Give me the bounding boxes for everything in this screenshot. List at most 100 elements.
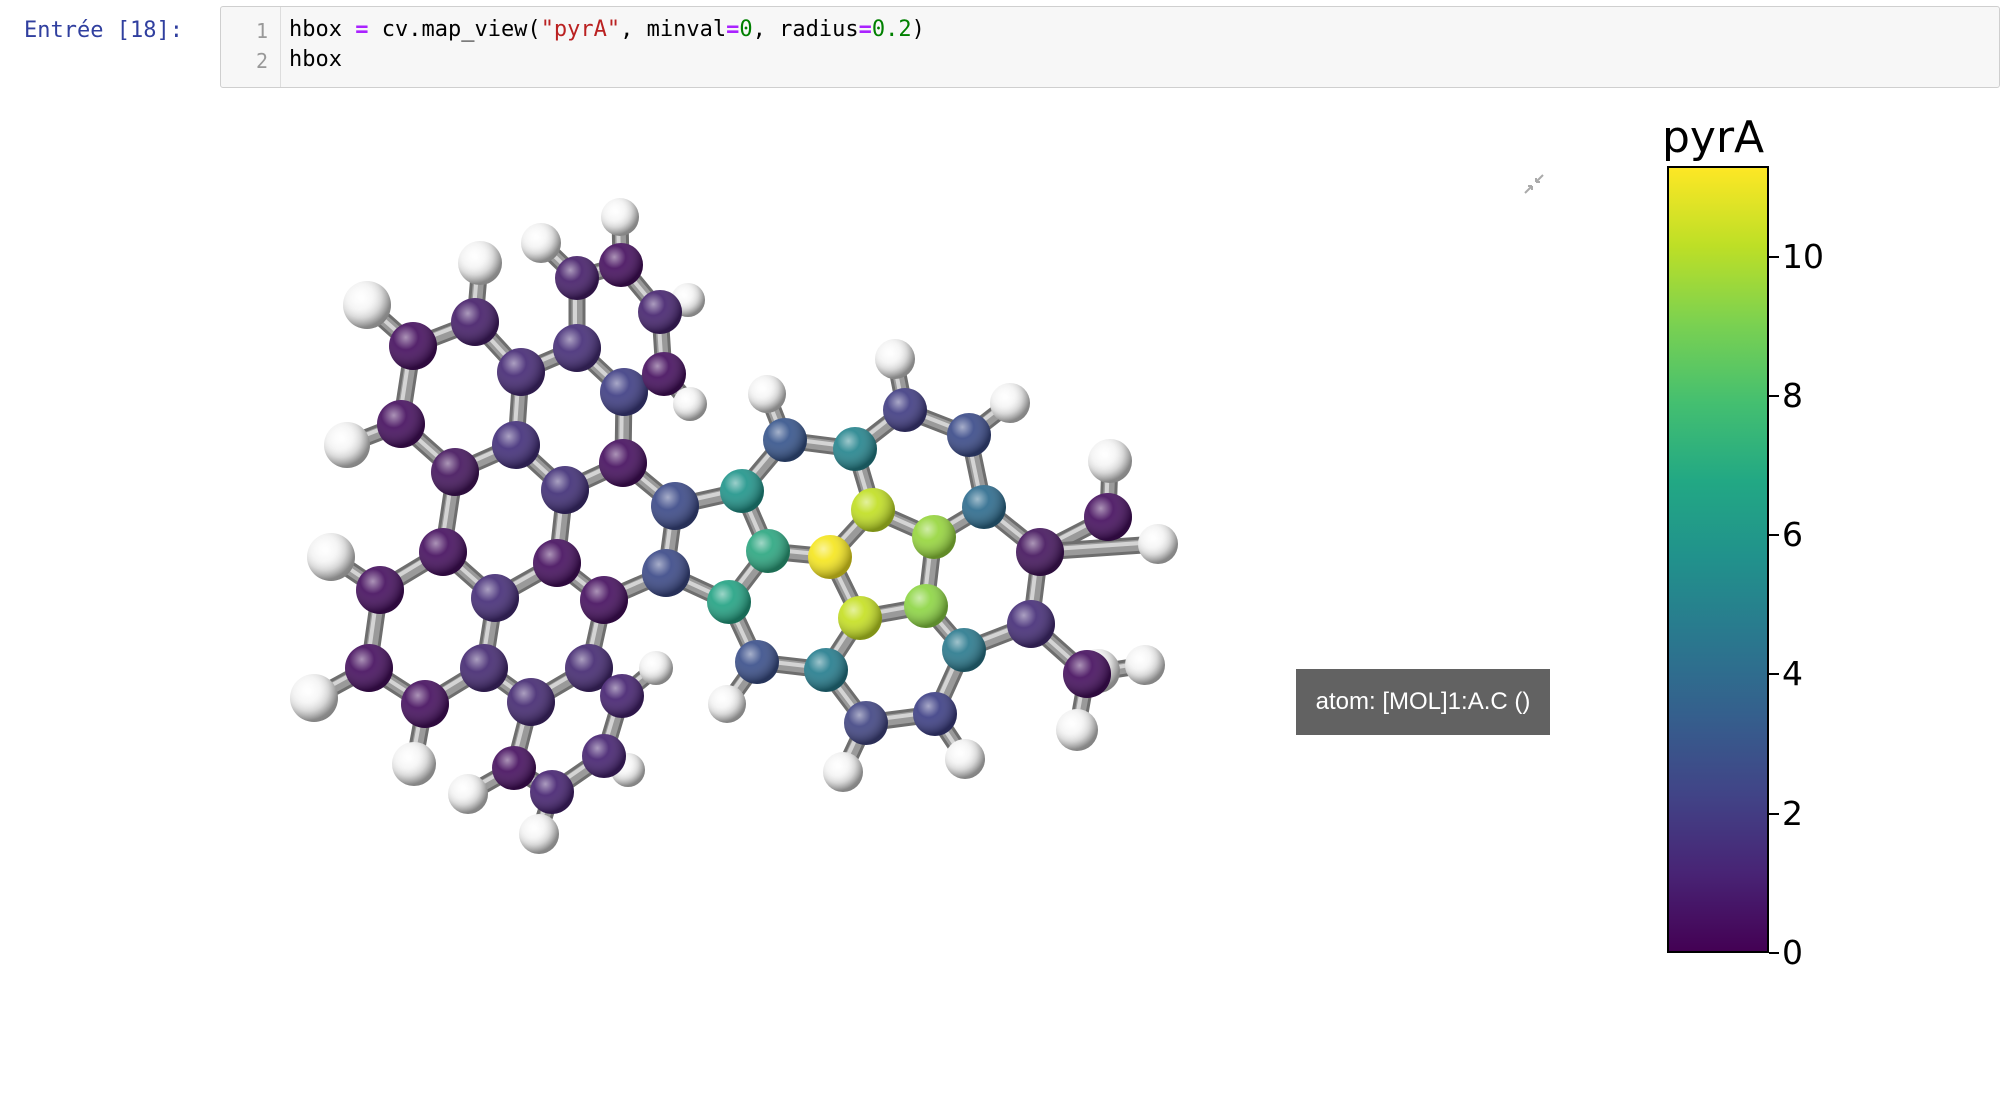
carbon-atom	[851, 488, 895, 532]
carbon-atom	[460, 644, 508, 692]
carbon-atom	[883, 388, 927, 432]
code-call: cv.map_view(	[381, 17, 541, 42]
colorbar-title: pyrA	[1662, 112, 1765, 163]
colorbar-tick-label: 0	[1782, 933, 1803, 972]
line-number: 2	[255, 49, 268, 73]
hydrogen-atom	[392, 742, 436, 786]
hydrogen-atom	[519, 814, 559, 854]
code-line-2[interactable]: hbox	[289, 47, 342, 72]
carbon-atom	[1084, 493, 1132, 541]
carbon-atom	[451, 298, 499, 346]
carbon-atom	[833, 427, 877, 471]
colorbar-tick	[1769, 812, 1779, 815]
code-arg: , radius	[752, 17, 859, 42]
code-string: "pyrA"	[540, 17, 621, 42]
carbon-atom	[804, 648, 848, 692]
carbon-atom	[735, 640, 779, 684]
hydrogen-atom	[1088, 439, 1132, 483]
carbon-atom	[553, 324, 601, 372]
atoms-layer	[290, 198, 1178, 854]
carbon-atom	[904, 584, 948, 628]
hydrogen-atom	[290, 674, 338, 722]
atom-tooltip: atom: [MOL]1:A.C ()	[1296, 669, 1550, 735]
hydrogen-atom	[673, 387, 707, 421]
minimize-icon[interactable]	[1522, 172, 1546, 196]
hydrogen-atom	[601, 198, 639, 236]
colorbar-tick-label: 8	[1782, 375, 1803, 415]
carbon-atom	[1007, 600, 1055, 648]
carbon-atom	[580, 576, 628, 624]
carbon-atom	[497, 348, 545, 396]
line-gutter: 1 2	[221, 7, 281, 87]
carbon-atom	[582, 734, 626, 778]
colorbar-tick	[1769, 673, 1779, 676]
hydrogen-atom	[1138, 524, 1178, 564]
hydrogen-atom	[823, 752, 863, 792]
carbon-atom	[600, 674, 644, 718]
hydrogen-atom	[448, 774, 488, 814]
code-cell[interactable]: 1 2 hbox = cv.map_view("pyrA", minval=0,…	[220, 6, 2000, 88]
code-arg: , minval	[620, 17, 727, 42]
code-number: 0	[739, 17, 753, 42]
hydrogen-atom	[639, 651, 673, 685]
hydrogen-atom	[521, 223, 561, 263]
carbon-atom	[599, 439, 647, 487]
code-number: 0.2	[871, 17, 912, 42]
code-paren: )	[911, 17, 925, 42]
carbon-atom	[913, 692, 957, 736]
hydrogen-atom	[307, 533, 355, 581]
carbon-atom	[642, 549, 690, 597]
colorbar-tick-label: 10	[1782, 236, 1824, 276]
carbon-atom	[431, 448, 479, 496]
carbon-atom	[947, 413, 991, 457]
carbon-atom	[419, 528, 467, 576]
bonds-layer	[305, 208, 1167, 843]
hydrogen-atom	[708, 685, 746, 723]
carbon-atom	[533, 539, 581, 587]
carbon-atom	[638, 290, 682, 334]
carbon-atom	[962, 485, 1006, 529]
carbon-atom	[507, 678, 555, 726]
carbon-atom	[651, 482, 699, 530]
colorbar	[1667, 166, 1769, 953]
carbon-atom	[599, 243, 643, 287]
carbon-atom	[746, 529, 790, 573]
carbon-atom	[707, 580, 751, 624]
carbon-atom	[642, 352, 686, 396]
molecule-viewer[interactable]	[240, 120, 1560, 1110]
code-operator: =	[355, 17, 369, 42]
colorbar-tick	[1769, 255, 1779, 258]
code-line-1[interactable]: hbox = cv.map_view("pyrA", minval=0, rad…	[289, 17, 925, 42]
hydrogen-atom	[324, 422, 370, 468]
hydrogen-atom	[748, 375, 786, 413]
colorbar-tick	[1769, 394, 1779, 397]
hydrogen-atom	[343, 281, 391, 329]
carbon-atom	[600, 368, 648, 416]
code-operator: =	[726, 17, 740, 42]
carbon-atom	[530, 770, 574, 814]
colorbar-tick-label: 4	[1782, 654, 1803, 694]
carbon-atom	[912, 515, 956, 559]
carbon-atom	[555, 256, 599, 300]
carbon-atom	[492, 421, 540, 469]
carbon-atom	[838, 596, 882, 640]
carbon-atom	[844, 701, 888, 745]
hydrogen-atom	[990, 383, 1030, 423]
carbon-atom	[356, 566, 404, 614]
colorbar-tick	[1769, 952, 1779, 954]
hydrogen-atom	[945, 739, 985, 779]
colorbar-tick-label: 2	[1782, 793, 1803, 833]
carbon-atom	[492, 746, 536, 790]
colorbar-tick	[1769, 534, 1779, 537]
cell-prompt: Entrée [18]:	[24, 18, 183, 43]
carbon-atom	[345, 644, 393, 692]
carbon-atom	[808, 535, 852, 579]
hydrogen-atom	[458, 241, 502, 285]
line-number: 1	[255, 19, 268, 43]
hydrogen-atom	[1056, 709, 1098, 751]
code-var: hbox	[289, 17, 342, 42]
hydrogen-atom	[1125, 645, 1165, 685]
carbon-atom	[1016, 528, 1064, 576]
carbon-atom	[401, 680, 449, 728]
carbon-atom	[942, 628, 986, 672]
